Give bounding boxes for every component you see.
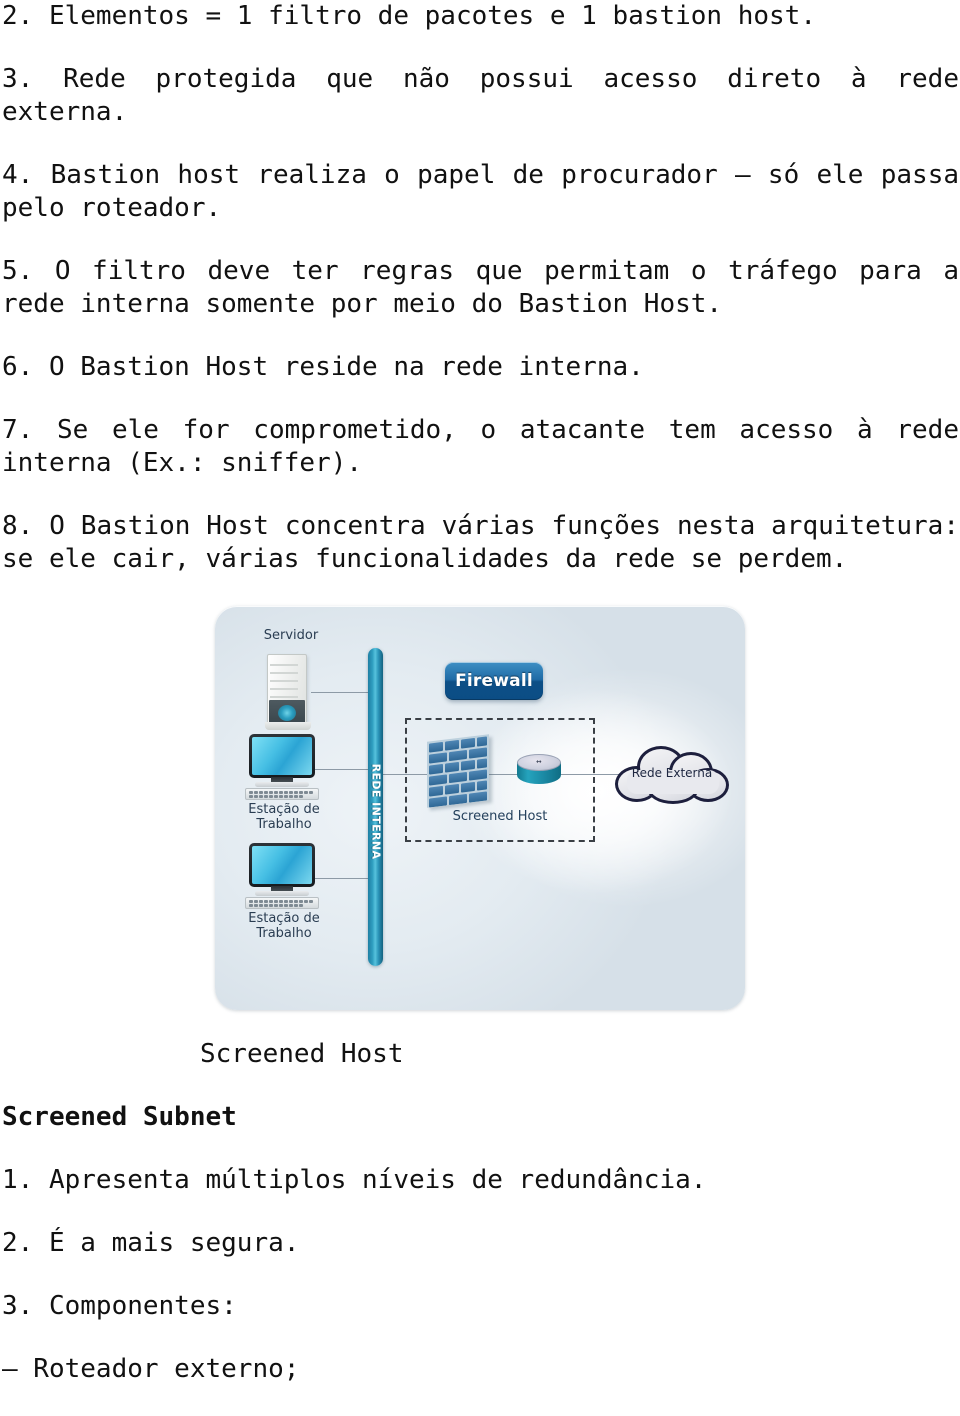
server-fan — [278, 705, 296, 721]
router-icon: ↔ — [517, 754, 561, 788]
external-network-label: Rede Externa — [631, 766, 713, 780]
workstation-label-line2: Trabalho — [256, 817, 312, 832]
workstation-label-1: Estação de Trabalho — [233, 802, 335, 832]
paragraph-8: 8. O Bastion Host concentra várias funçõ… — [2, 511, 959, 574]
server-slot — [270, 664, 298, 666]
firewall-badge: Firewall — [445, 662, 543, 700]
figure-caption: Screened Host — [200, 1039, 404, 1069]
workstation-foot — [255, 782, 309, 787]
router-arrow-glyph: ↔ — [536, 757, 542, 767]
document-body: 2. Elementos = 1 filtro de pacotes e 1 b… — [0, 0, 960, 1416]
internal-network-label: REDE INTERNA — [369, 763, 383, 859]
server-icon — [265, 650, 311, 732]
server-slot — [270, 696, 298, 698]
diagram-stage: Firewall REDE INTERNA Screened Host ↔ Re… — [215, 606, 745, 1010]
brick-wall-icon — [427, 734, 489, 808]
paragraph-7: 7. Se ele for comprometido, o atacante t… — [2, 415, 959, 478]
workstation-icon-2: Estação de Trabalho — [241, 843, 327, 941]
paragraph-3: 3. Rede protegida que não possui acesso … — [2, 64, 959, 127]
workstation-monitor — [249, 843, 315, 887]
paragraph-2: 2. Elementos = 1 filtro de pacotes e 1 b… — [2, 1, 816, 31]
workstation-monitor — [249, 734, 315, 778]
workstation-icon-1: Estação de Trabalho — [241, 734, 327, 832]
screened-host-label: Screened Host — [452, 809, 548, 824]
wire-server-to-backbone — [311, 692, 375, 693]
paragraph-4: 4. Bastion host realiza o papel de procu… — [2, 160, 959, 223]
workstation-label-line2: Trabalho — [256, 926, 312, 941]
firewall-badge-label: Firewall — [455, 671, 533, 691]
external-network-cloud-icon: Rede Externa — [613, 744, 731, 806]
workstation-label-2: Estação de Trabalho — [233, 911, 335, 941]
server-label: Servidor — [263, 628, 319, 643]
workstation-screen — [252, 846, 312, 884]
server-slot — [270, 688, 298, 690]
subnet-item-2: 2. É a mais segura. — [2, 1228, 300, 1258]
workstation-foot — [255, 891, 309, 896]
workstation-keyboard — [245, 788, 319, 800]
subnet-item-3: 3. Componentes: — [2, 1291, 237, 1321]
screened-host-diagram: Firewall REDE INTERNA Screened Host ↔ Re… — [215, 606, 745, 1010]
internal-network-label-wrap: REDE INTERNA — [368, 756, 383, 866]
server-slot — [270, 680, 298, 682]
workstation-screen — [252, 737, 312, 775]
workstation-label-line1: Estação de — [248, 802, 320, 817]
subnet-item-4: — Roteador externo; — [2, 1354, 300, 1384]
subnet-item-1: 1. Apresenta múltiplos níveis de redundâ… — [2, 1165, 707, 1195]
workstation-keyboard — [245, 897, 319, 909]
paragraph-6: 6. O Bastion Host reside na rede interna… — [2, 352, 644, 382]
server-slot — [270, 672, 298, 674]
paragraph-5: 5. O filtro deve ter regras que permitam… — [2, 256, 959, 319]
server-stand — [265, 722, 311, 730]
section-heading-screened-subnet: Screened Subnet — [2, 1102, 237, 1132]
workstation-label-line1: Estação de — [248, 911, 320, 926]
